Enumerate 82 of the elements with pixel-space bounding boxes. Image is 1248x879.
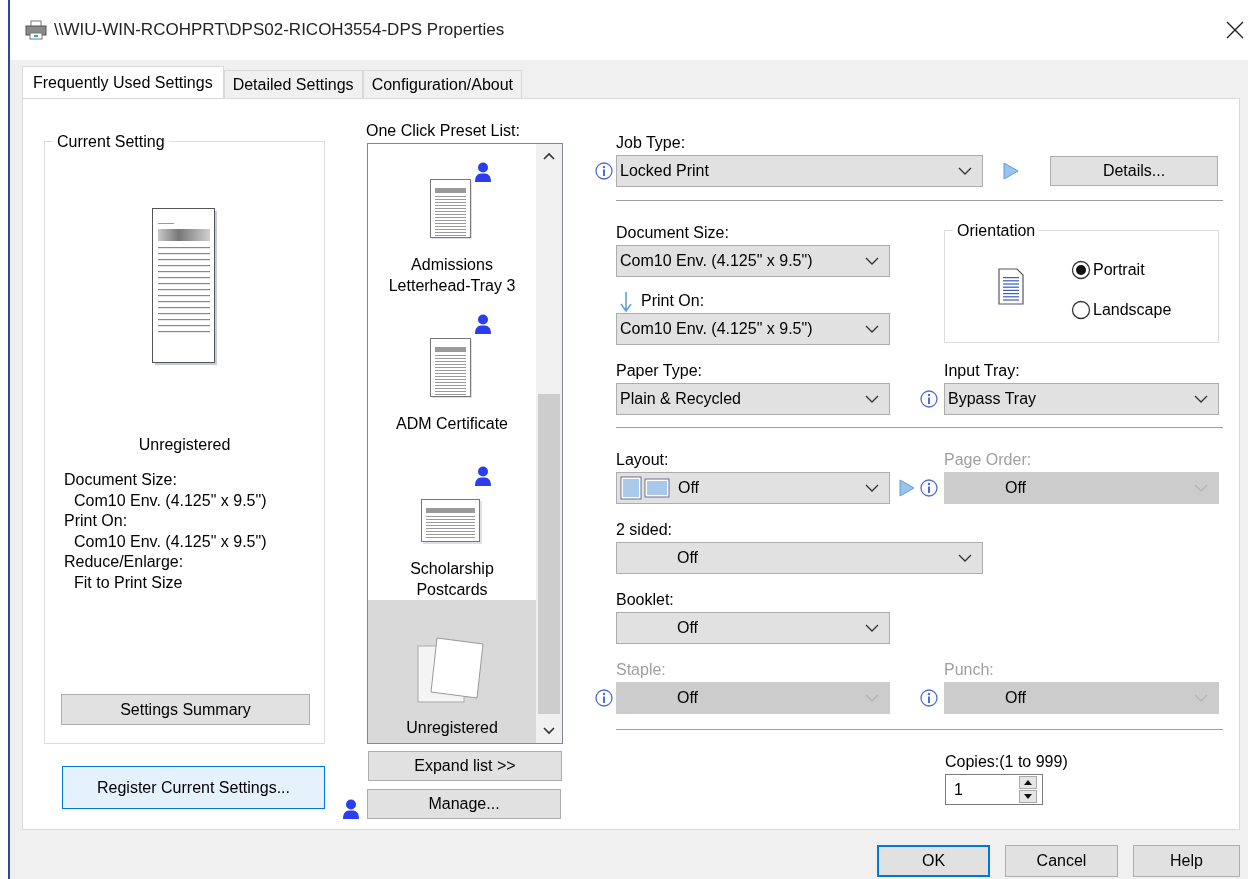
chevron-icon [958, 554, 972, 562]
tab[interactable]: Detailed Settings [223, 70, 363, 98]
radio-icon[interactable] [1071, 299, 1091, 320]
preset-item[interactable]: Admissions Letterhead-Tray 3 [368, 144, 536, 296]
copies-spinbox[interactable]: 1 [945, 774, 1043, 805]
chevron-icon [865, 484, 879, 492]
field-label: Punch: [944, 660, 994, 680]
scroll-down-icon [543, 727, 555, 735]
layout-icon [620, 476, 670, 500]
down-arrow-icon [620, 291, 632, 313]
dialog-button[interactable]: OK [877, 845, 990, 877]
page-icon [995, 267, 1025, 306]
radio-icon[interactable] [1071, 259, 1091, 280]
dropdown[interactable]: Off [616, 542, 983, 574]
printer-icon [25, 20, 47, 40]
spin-up-icon[interactable] [1019, 776, 1037, 789]
document-icon [430, 179, 474, 241]
document-preview-icon [151, 208, 218, 366]
preset-item[interactable]: Unregistered [368, 600, 536, 743]
document-icon [430, 338, 474, 400]
chevron-icon [865, 694, 879, 702]
dropdown[interactable]: Off [616, 612, 890, 644]
register-settings-button[interactable]: Register Current Settings... [62, 766, 325, 809]
field-label: 2 sided: [616, 520, 673, 540]
dropdown[interactable]: Off [616, 472, 890, 504]
field-label: Job Type: [616, 133, 686, 153]
dropdown[interactable]: Com10 Env. (4.125" x 9.5") [616, 245, 890, 277]
chevron-icon [958, 167, 972, 175]
chevron-icon [1194, 484, 1208, 492]
manage-button[interactable]: Manage... [367, 789, 561, 819]
tab[interactable]: Frequently Used Settings [22, 66, 224, 98]
detail-label: Reduce/Enlarge: [64, 552, 185, 572]
user-icon [343, 799, 359, 819]
field-label: Paper Type: [616, 361, 702, 381]
dropdown[interactable]: Bypass Tray [944, 383, 1219, 415]
play-arrow-icon[interactable] [1003, 162, 1019, 180]
field-label: Copies:(1 to 999) [945, 752, 1069, 772]
chevron-icon [865, 325, 879, 333]
settings-summary-button[interactable]: Settings Summary [61, 694, 310, 725]
dialog-button[interactable]: Cancel [1005, 845, 1118, 877]
field-label: Booklet: [616, 590, 674, 610]
details-button[interactable]: Details... [1050, 156, 1218, 186]
detail-value: Com10 Env. (4.125" x 9.5") [74, 490, 267, 511]
scrollbar[interactable] [536, 144, 562, 743]
chevron-icon [1194, 694, 1208, 702]
preset-name: Unregistered [138, 436, 231, 454]
document-icon [421, 499, 483, 545]
detail-label: Print On: [64, 511, 129, 531]
radio-option[interactable]: Portrait [1071, 259, 1172, 280]
preset-item[interactable]: ADM Certificate [368, 296, 536, 448]
scroll-thumb[interactable] [538, 394, 560, 714]
blank-pages-icon [417, 636, 487, 704]
expand-list-button[interactable]: Expand list >> [368, 751, 562, 781]
preset-item[interactable]: Scholarship Postcards [368, 448, 536, 600]
field-label: Input Tray: [944, 361, 1020, 381]
info-icon[interactable] [920, 390, 938, 408]
info-icon[interactable] [594, 162, 613, 180]
radio-option[interactable]: Landscape [1071, 299, 1172, 320]
chevron-icon [865, 257, 879, 265]
field-label: Staple: [616, 660, 666, 680]
group-title: Current Setting [53, 132, 169, 152]
chevron-icon [1194, 395, 1208, 403]
scroll-up-icon [543, 152, 555, 160]
field-label: Layout: [616, 450, 669, 470]
field-label: Document Size: [616, 223, 729, 243]
chevron-icon [865, 624, 879, 632]
dialog-button[interactable]: Help [1133, 845, 1240, 877]
play-arrow-icon[interactable] [899, 479, 915, 497]
field-label: Page Order: [944, 450, 1032, 470]
dropdown[interactable]: Com10 Env. (4.125" x 9.5") [616, 313, 890, 345]
field-label: Print On: [641, 291, 705, 311]
chevron-icon [865, 395, 879, 403]
close-icon[interactable] [1226, 21, 1244, 39]
dropdown[interactable]: Plain & Recycled [616, 383, 890, 415]
detail-value: Com10 Env. (4.125" x 9.5") [74, 531, 267, 552]
list-label: One Click Preset List: [366, 121, 521, 141]
detail-value: Fit to Print Size [74, 572, 184, 593]
window-title: \\WIU-WIN-RCOHPRT\DPS02-RICOH3554-DPS Properties [54, 20, 505, 40]
detail-label: Document Size: [64, 470, 178, 490]
tab[interactable]: Configuration/About [362, 70, 523, 98]
dropdown[interactable]: Locked Print [616, 155, 983, 187]
spin-down-icon[interactable] [1019, 790, 1037, 803]
